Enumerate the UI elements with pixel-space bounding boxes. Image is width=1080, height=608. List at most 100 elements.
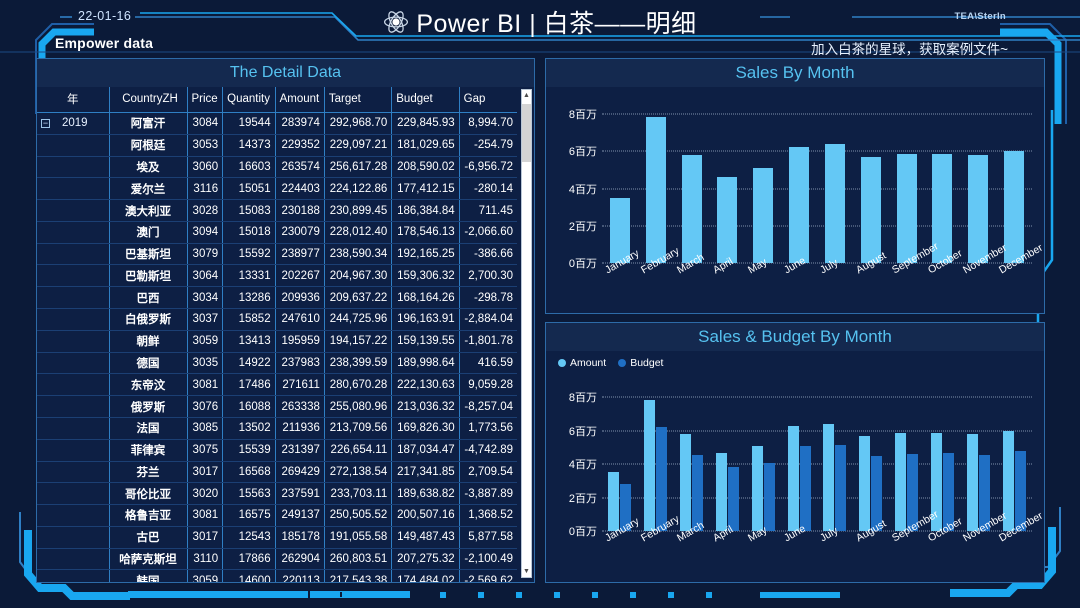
scroll-down-arrow-icon[interactable]: ▼	[522, 566, 531, 577]
table-row[interactable]: 哥伦比亚 3020 15563 237591 233,703.11 189,638.82-…	[37, 482, 517, 506]
table-row[interactable]: 朝鲜 3059 13413 195959 194,157.22 159,139.55 -1,…	[37, 330, 517, 353]
bar-amount[interactable]	[789, 146, 810, 263]
table-row[interactable]: 巴基斯坦 3079 15592 238977 238,590.34 192,165.25-…	[37, 243, 517, 266]
sales-budget-chart[interactable]: Amount Budget 0百万 2百万 4百万 6百万 8百万 January Febru…	[546, 351, 1045, 582]
detail-table-scroll-area[interactable]: 年 CountryZH Price Quantity Amount Target…	[37, 87, 534, 582]
column-header-quantity[interactable]: Quantity	[222, 87, 276, 113]
bar-amount[interactable]	[823, 423, 835, 531]
column-header-gap[interactable]: Gap	[458, 87, 517, 113]
cell-target: 272,138.54	[323, 461, 392, 484]
column-header-price[interactable]: Price	[186, 87, 223, 113]
table-row[interactable]: 芬兰 3017 16568 269429 272,138.54 217,341.85 2,7…	[37, 461, 517, 484]
cell-quantity: 15018	[222, 221, 276, 244]
cell-price: 3075	[186, 439, 223, 462]
table-row[interactable]: 俄罗斯 3076 16088 263338 255,080.96 213,036.32 -8…	[37, 395, 517, 418]
table-row[interactable]: − 2019 阿富汗 3084 19544 283974 292,968.70 229,845…	[37, 112, 517, 135]
table-row[interactable]: 埃及 3060 16603 263574 256,617.28 208,590.02 -6,…	[37, 156, 517, 179]
table-row[interactable]: 哈萨克斯坦 3110 17866 262904 260,803.51 207,275.32…	[37, 548, 517, 571]
bar-amount[interactable]	[681, 155, 702, 263]
table-row[interactable]: 澳大利亚 3028 15083 230188 230,899.45 186,384.84 7…	[37, 199, 517, 222]
cell-amount: 237983	[274, 352, 325, 375]
atom-icon	[384, 11, 409, 33]
cell-quantity: 16088	[222, 395, 276, 418]
column-header-year[interactable]: 年	[37, 87, 109, 113]
cell-budget: 200,507.16	[391, 504, 460, 527]
bar-amount[interactable]	[680, 433, 692, 531]
bar-budget[interactable]	[835, 444, 847, 531]
cell-countryzh: 朝鲜	[108, 330, 187, 353]
year-cell-empty	[37, 461, 109, 484]
bar-amount[interactable]	[644, 399, 656, 531]
column-header-countryzh[interactable]: CountryZH	[108, 87, 187, 113]
cell-quantity: 13331	[222, 264, 276, 288]
bar-amount[interactable]	[968, 155, 989, 263]
cell-gap: -2,066.60	[458, 221, 517, 244]
bar-amount[interactable]	[859, 435, 871, 531]
cell-price: 3079	[186, 243, 223, 266]
bar-amount[interactable]	[645, 116, 666, 263]
cell-price: 3035	[186, 352, 223, 375]
cell-target: 209,637.22	[323, 286, 392, 310]
table-row[interactable]: 韩国 3059 14600 220113 217,543.38 174,484.02 -2,…	[37, 569, 517, 582]
bar-amount[interactable]	[717, 176, 738, 263]
table-row[interactable]: 古巴 3017 12543 185178 191,055.58 149,487.43 5,8…	[37, 526, 517, 549]
chart-legend[interactable]: Amount Budget	[558, 357, 663, 369]
cell-gap: -298.78	[458, 286, 517, 310]
cell-target: 250,505.52	[323, 504, 392, 527]
x-axis-labels: January February March April May June July Augu…	[602, 508, 1045, 589]
bar-amount[interactable]	[787, 426, 799, 531]
cell-quantity: 13413	[222, 330, 276, 353]
bar-budget[interactable]	[656, 427, 668, 531]
legend-item-amount[interactable]: Amount	[558, 357, 606, 369]
table-vertical-scrollbar[interactable]: ▲ ▼	[521, 89, 532, 578]
cell-gap: -2,884.04	[458, 308, 517, 331]
cell-price: 3028	[186, 199, 223, 222]
header-title-group: Power BI | 白茶——明细	[0, 4, 1080, 40]
collapse-expander-icon[interactable]: −	[41, 118, 50, 128]
cell-target: 260,803.51	[323, 548, 392, 571]
table-row[interactable]: 东帝汶 3081 17486 271611 280,670.28 222,130.63 9,…	[37, 373, 517, 397]
cell-gap: -4,742.89	[458, 439, 517, 462]
column-header-budget[interactable]: Budget	[391, 87, 460, 113]
bar-amount[interactable]	[1004, 151, 1025, 263]
bar-amount[interactable]	[751, 445, 763, 531]
bar-amount[interactable]	[608, 472, 620, 531]
bar-budget[interactable]	[799, 446, 811, 531]
y-axis-tick-label: 0百万	[568, 526, 597, 538]
scrollbar-thumb[interactable]	[522, 104, 531, 162]
bar-amount[interactable]	[824, 143, 845, 263]
table-row[interactable]: 法国 3085 13502 211936 213,709.56 169,826.30 1,7…	[37, 417, 517, 440]
table-row[interactable]: 菲律宾 3075 15539 231397 226,654.11 187,034.47 -4…	[37, 439, 517, 462]
sales-by-month-chart[interactable]: 0百万 2百万 4百万 6百万 8百万 January February March April…	[546, 87, 1045, 313]
bar-amount[interactable]	[860, 156, 881, 263]
cell-target: 256,617.28	[323, 156, 392, 179]
table-row[interactable]: 阿根廷 3053 14373 229352 229,097.21 181,029.65 -2…	[37, 134, 517, 157]
year-cell-empty	[37, 352, 109, 375]
table-row[interactable]: 格鲁吉亚 3081 16575 249137 250,505.52 200,507.16 1…	[37, 504, 517, 527]
table-row[interactable]: 澳门 3094 15018 230079 228,012.40 178,546.13 -2,…	[37, 221, 517, 244]
bar-amount[interactable]	[966, 434, 978, 531]
cell-countryzh: 韩国	[108, 569, 187, 582]
bar-amount[interactable]	[895, 433, 907, 531]
bar-slot	[638, 387, 674, 531]
table-row[interactable]: 德国 3035 14922 237983 238,399.59 189,998.64 416…	[37, 352, 517, 375]
column-header-target[interactable]: Target	[323, 87, 392, 113]
bar-amount[interactable]	[896, 154, 917, 263]
column-header-amount[interactable]: Amount	[274, 87, 325, 113]
table-row[interactable]: 巴勒斯坦 3064 13331 202267 204,967.30 159,306.32 2…	[37, 264, 517, 288]
bar-budget[interactable]	[763, 463, 775, 531]
bar-budget[interactable]	[727, 467, 739, 531]
cell-quantity: 17866	[222, 548, 276, 571]
bar-amount[interactable]	[753, 168, 774, 263]
cell-countryzh: 澳大利亚	[108, 199, 187, 222]
legend-item-budget[interactable]: Budget	[618, 357, 663, 369]
table-row[interactable]: 爱尔兰 3116 15051 224403 224,122.86 177,412.15 -2…	[37, 177, 517, 201]
table-row[interactable]: 巴西 3034 13286 209936 209,637.22 168,164.26 -29…	[37, 286, 517, 310]
year-cell-empty	[37, 417, 109, 440]
cell-countryzh: 埃及	[108, 156, 187, 179]
scroll-up-arrow-icon[interactable]: ▲	[522, 90, 531, 101]
bar-amount[interactable]	[715, 453, 727, 531]
table-row[interactable]: 白俄罗斯 3037 15852 247610 244,725.96 196,163.91-…	[37, 308, 517, 331]
year-group-cell[interactable]: − 2019	[37, 112, 109, 135]
cell-quantity: 16575	[222, 504, 276, 527]
